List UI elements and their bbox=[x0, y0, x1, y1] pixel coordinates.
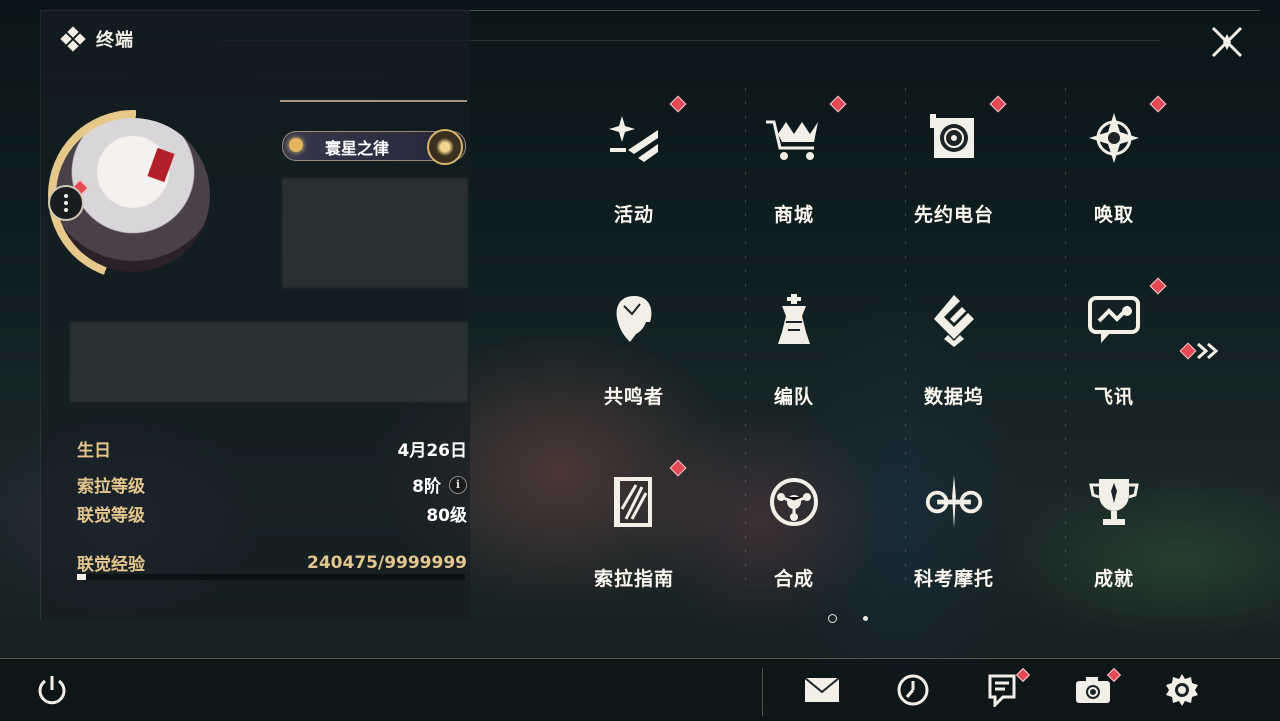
settings-button[interactable] bbox=[1162, 672, 1202, 708]
terminal-icon bbox=[60, 26, 86, 52]
title-badge-label: 寰星之律 bbox=[325, 139, 390, 158]
birthday-row: 生日 4月26日 bbox=[77, 441, 467, 461]
bottom-separator bbox=[762, 668, 763, 716]
double-chevron-right-icon bbox=[1197, 342, 1219, 360]
synthesis-icon bbox=[764, 472, 824, 532]
trophy-icon bbox=[1084, 472, 1144, 532]
menu-messages[interactable]: 飞讯 bbox=[1034, 270, 1194, 440]
shop-cart-icon bbox=[764, 108, 824, 168]
page-title: 终端 bbox=[96, 30, 134, 51]
sola-level-row: 索拉等级 8阶 i bbox=[77, 472, 467, 497]
menu-team[interactable]: 编队 bbox=[714, 270, 874, 440]
clock-icon bbox=[897, 674, 929, 706]
page-indicator bbox=[828, 614, 868, 623]
power-icon bbox=[38, 676, 66, 705]
chess-icon bbox=[764, 290, 824, 350]
mail-icon bbox=[804, 677, 840, 702]
menu-synthesis[interactable]: 合成 bbox=[714, 452, 874, 622]
menu-activity[interactable]: 活动 bbox=[554, 88, 714, 258]
sun-icon bbox=[289, 138, 303, 152]
motorbike-icon bbox=[924, 472, 984, 532]
page-dot-1[interactable] bbox=[828, 614, 837, 623]
info-icon[interactable]: i bbox=[449, 475, 467, 494]
avatar-options-button[interactable] bbox=[48, 185, 84, 221]
clock-button[interactable] bbox=[893, 672, 933, 708]
next-page-button[interactable] bbox=[1179, 342, 1222, 360]
menu-data-dock[interactable]: 数据坞 bbox=[874, 270, 1034, 440]
data-dock-icon bbox=[924, 290, 984, 350]
notice-button[interactable] bbox=[982, 667, 1031, 708]
signature-blurred bbox=[70, 322, 468, 402]
guide-book-icon bbox=[604, 472, 664, 532]
close-icon bbox=[1211, 26, 1243, 58]
name-underline bbox=[280, 100, 467, 102]
exp-progress-bar bbox=[77, 574, 465, 580]
camera-button[interactable] bbox=[1073, 667, 1122, 708]
menu-guide[interactable]: 索拉指南 bbox=[554, 452, 714, 622]
menu-resonators[interactable]: 共鸣者 bbox=[554, 270, 714, 440]
menu-convene[interactable]: 唤取 bbox=[1034, 88, 1194, 258]
player-name-blurred bbox=[282, 178, 468, 288]
page-dot-2[interactable] bbox=[863, 616, 868, 621]
power-button[interactable] bbox=[32, 672, 72, 708]
menu-shop[interactable]: 商城 bbox=[714, 88, 874, 258]
menu-motorbike[interactable]: 科考摩托 bbox=[874, 452, 1034, 622]
union-exp-row: 联觉经验 240475/9999999 bbox=[77, 552, 467, 576]
menu-radio[interactable]: 先约电台 bbox=[874, 88, 1034, 258]
chat-icon bbox=[1084, 290, 1144, 350]
mail-button[interactable] bbox=[802, 672, 842, 708]
header: 终端 bbox=[60, 26, 134, 52]
exp-progress-fill bbox=[77, 574, 87, 580]
character-icon bbox=[604, 290, 664, 350]
title-badge[interactable]: 寰星之律 bbox=[282, 129, 466, 165]
camera-icon bbox=[1076, 677, 1110, 703]
sparkle-icon bbox=[604, 108, 664, 168]
close-button[interactable] bbox=[1205, 22, 1249, 62]
radio-icon bbox=[924, 108, 984, 168]
notice-icon bbox=[988, 674, 1016, 707]
orb-icon bbox=[427, 129, 463, 165]
compass-star-icon bbox=[1084, 108, 1144, 168]
menu-achievements[interactable]: 成就 bbox=[1034, 452, 1194, 622]
union-level-row: 联觉等级 80级 bbox=[77, 506, 467, 526]
gear-icon bbox=[1166, 674, 1198, 706]
sola-level-value: 8阶 bbox=[412, 477, 441, 497]
